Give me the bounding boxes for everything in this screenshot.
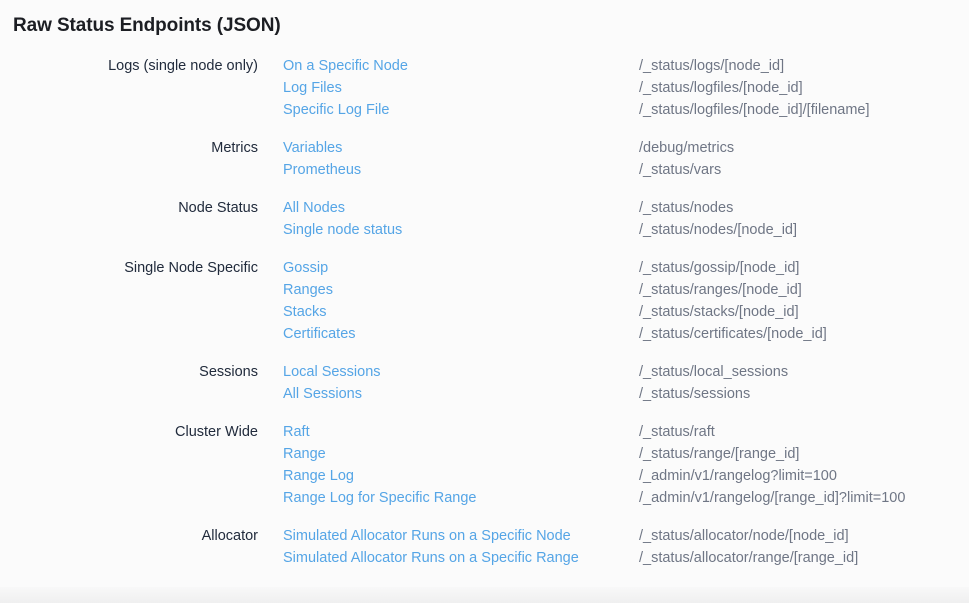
debug-page: { "page": { "title": "Raw Status Endpoin…: [0, 0, 969, 603]
endpoint-link[interactable]: Prometheus: [283, 159, 614, 181]
endpoint-group: Allocator Simulated Allocator Runs on a …: [13, 525, 969, 569]
category-label: Node Status: [13, 197, 258, 241]
endpoint-row: Gossip /_status/gossip/[node_id]: [283, 257, 827, 279]
endpoint-row: Range Log /_admin/v1/rangelog?limit=100: [283, 465, 905, 487]
endpoint-path: /_status/sessions: [639, 383, 750, 405]
endpoint-link[interactable]: Simulated Allocator Runs on a Specific R…: [283, 547, 614, 569]
endpoint-group: Sessions Local Sessions /_status/local_s…: [13, 361, 969, 405]
endpoint-group: Cluster Wide Raft /_status/raft Range /_…: [13, 421, 969, 509]
endpoint-link[interactable]: Gossip: [283, 257, 614, 279]
endpoint-link[interactable]: Local Sessions: [283, 361, 614, 383]
endpoint-link[interactable]: All Sessions: [283, 383, 614, 405]
group-rows: All Nodes /_status/nodes Single node sta…: [283, 197, 797, 241]
group-rows: Simulated Allocator Runs on a Specific N…: [283, 525, 858, 569]
endpoint-link[interactable]: Variables: [283, 137, 614, 159]
endpoint-row: Prometheus /_status/vars: [283, 159, 734, 181]
category-label: Metrics: [13, 137, 258, 181]
endpoint-path: /_status/local_sessions: [639, 361, 788, 383]
endpoint-row: Simulated Allocator Runs on a Specific N…: [283, 525, 858, 547]
endpoint-row: Simulated Allocator Runs on a Specific R…: [283, 547, 858, 569]
category-label: Logs (single node only): [13, 55, 258, 121]
endpoint-row: Range /_status/range/[range_id]: [283, 443, 905, 465]
category-label: Allocator: [13, 525, 258, 569]
endpoint-path: /_admin/v1/rangelog/[range_id]?limit=100: [639, 487, 905, 509]
endpoint-row: On a Specific Node /_status/logs/[node_i…: [283, 55, 870, 77]
endpoint-row: Local Sessions /_status/local_sessions: [283, 361, 788, 383]
endpoint-link[interactable]: Certificates: [283, 323, 614, 345]
endpoint-path: /_status/certificates/[node_id]: [639, 323, 827, 345]
endpoint-row: Log Files /_status/logfiles/[node_id]: [283, 77, 870, 99]
endpoint-link[interactable]: On a Specific Node: [283, 55, 614, 77]
group-rows: Raft /_status/raft Range /_status/range/…: [283, 421, 905, 509]
endpoint-link[interactable]: Ranges: [283, 279, 614, 301]
endpoint-group: Logs (single node only) On a Specific No…: [13, 55, 969, 121]
endpoint-row: Single node status /_status/nodes/[node_…: [283, 219, 797, 241]
group-rows: Variables /debug/metrics Prometheus /_st…: [283, 137, 734, 181]
group-rows: Local Sessions /_status/local_sessions A…: [283, 361, 788, 405]
endpoint-link[interactable]: Raft: [283, 421, 614, 443]
category-label: Single Node Specific: [13, 257, 258, 345]
endpoint-row: All Sessions /_status/sessions: [283, 383, 788, 405]
endpoint-link[interactable]: Range: [283, 443, 614, 465]
endpoint-row: Certificates /_status/certificates/[node…: [283, 323, 827, 345]
endpoint-link[interactable]: Range Log for Specific Range: [283, 487, 614, 509]
endpoint-path: /_status/gossip/[node_id]: [639, 257, 799, 279]
endpoint-path: /_status/vars: [639, 159, 721, 181]
endpoint-link[interactable]: Single node status: [283, 219, 614, 241]
category-label: Sessions: [13, 361, 258, 405]
endpoint-row: Raft /_status/raft: [283, 421, 905, 443]
endpoint-group: Node Status All Nodes /_status/nodes Sin…: [13, 197, 969, 241]
endpoint-group: Metrics Variables /debug/metrics Prometh…: [13, 137, 969, 181]
endpoint-path: /_status/allocator/range/[range_id]: [639, 547, 858, 569]
endpoint-link[interactable]: Specific Log File: [283, 99, 614, 121]
endpoint-row: Range Log for Specific Range /_admin/v1/…: [283, 487, 905, 509]
endpoint-group: Single Node Specific Gossip /_status/gos…: [13, 257, 969, 345]
endpoint-row: Stacks /_status/stacks/[node_id]: [283, 301, 827, 323]
endpoint-path: /_status/range/[range_id]: [639, 443, 799, 465]
endpoint-link[interactable]: Stacks: [283, 301, 614, 323]
endpoint-row: All Nodes /_status/nodes: [283, 197, 797, 219]
endpoint-path: /_status/ranges/[node_id]: [639, 279, 802, 301]
endpoint-link[interactable]: Log Files: [283, 77, 614, 99]
endpoint-row: Ranges /_status/ranges/[node_id]: [283, 279, 827, 301]
group-rows: On a Specific Node /_status/logs/[node_i…: [283, 55, 870, 121]
endpoint-path: /debug/metrics: [639, 137, 734, 159]
page-title: Raw Status Endpoints (JSON): [13, 12, 969, 39]
endpoint-path: /_admin/v1/rangelog?limit=100: [639, 465, 837, 487]
endpoint-path: /_status/raft: [639, 421, 715, 443]
endpoint-path: /_status/allocator/node/[node_id]: [639, 525, 849, 547]
endpoint-row: Variables /debug/metrics: [283, 137, 734, 159]
endpoint-row: Specific Log File /_status/logfiles/[nod…: [283, 99, 870, 121]
endpoint-link[interactable]: Range Log: [283, 465, 614, 487]
endpoint-link[interactable]: Simulated Allocator Runs on a Specific N…: [283, 525, 614, 547]
page-bottom-edge: [0, 587, 969, 603]
endpoint-path: /_status/logfiles/[node_id]/[filename]: [639, 99, 870, 121]
endpoint-path: /_status/logfiles/[node_id]: [639, 77, 803, 99]
group-rows: Gossip /_status/gossip/[node_id] Ranges …: [283, 257, 827, 345]
category-label: Cluster Wide: [13, 421, 258, 509]
endpoint-path: /_status/logs/[node_id]: [639, 55, 784, 77]
endpoint-path: /_status/stacks/[node_id]: [639, 301, 799, 323]
endpoint-path: /_status/nodes/[node_id]: [639, 219, 797, 241]
endpoint-path: /_status/nodes: [639, 197, 733, 219]
endpoints-table: Logs (single node only) On a Specific No…: [13, 55, 969, 569]
endpoint-link[interactable]: All Nodes: [283, 197, 614, 219]
